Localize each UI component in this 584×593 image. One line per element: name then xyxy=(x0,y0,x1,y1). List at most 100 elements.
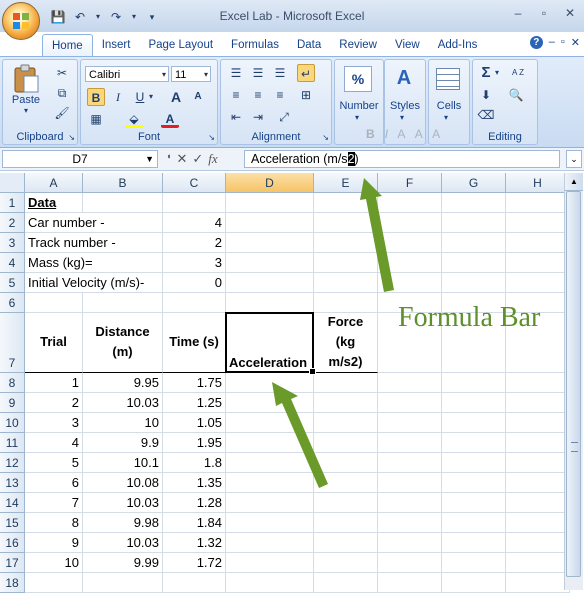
cell-h3[interactable] xyxy=(506,233,570,253)
cell-c13[interactable]: 1.35 xyxy=(163,473,226,493)
clear-icon[interactable]: ⌫ xyxy=(477,106,495,124)
cell-a17[interactable]: 10 xyxy=(25,553,83,573)
font-name-select[interactable]: Calibri ▾ xyxy=(85,66,169,82)
close-button[interactable]: ✕ xyxy=(558,4,582,22)
cell-e11[interactable] xyxy=(314,433,378,453)
cell-d14[interactable] xyxy=(226,493,314,513)
font-color-button[interactable]: A xyxy=(161,110,179,128)
align-left-icon[interactable]: ≡ xyxy=(227,86,245,104)
cell-h13[interactable] xyxy=(506,473,570,493)
cell-c17[interactable]: 1.72 xyxy=(163,553,226,573)
cell-f9[interactable] xyxy=(378,393,442,413)
paste-button[interactable]: Paste ▾ xyxy=(7,62,45,120)
cell-d13[interactable] xyxy=(226,473,314,493)
cell-f5[interactable] xyxy=(378,273,442,293)
insert-function-icon[interactable]: fx xyxy=(208,151,217,167)
cell-b17[interactable]: 9.99 xyxy=(83,553,163,573)
cell-b10[interactable]: 10 xyxy=(83,413,163,433)
cell-c10[interactable]: 1.05 xyxy=(163,413,226,433)
cell-c12[interactable]: 1.8 xyxy=(163,453,226,473)
tab-page-layout[interactable]: Page Layout xyxy=(139,34,222,56)
column-header-h[interactable]: H xyxy=(506,173,570,193)
cell-g5[interactable] xyxy=(442,273,506,293)
row-header-4[interactable]: 4 xyxy=(0,253,25,273)
cell-f4[interactable] xyxy=(378,253,442,273)
align-center-icon[interactable]: ≡ xyxy=(249,86,267,104)
cell-e8[interactable] xyxy=(314,373,378,393)
italic-button[interactable]: I xyxy=(109,88,127,106)
tab-review[interactable]: Review xyxy=(330,34,386,56)
cell-h18[interactable] xyxy=(506,573,570,593)
cell-h1[interactable] xyxy=(506,193,570,213)
cell-a4[interactable]: Mass (kg)= xyxy=(25,253,93,273)
cell-g1[interactable] xyxy=(442,193,506,213)
cell-e14[interactable] xyxy=(314,493,378,513)
cell-f3[interactable] xyxy=(378,233,442,253)
row-header-6[interactable]: 6 xyxy=(0,293,25,313)
cell-a3[interactable]: Track number - xyxy=(25,233,116,253)
row-header-18[interactable]: 18 xyxy=(0,573,25,593)
cell-g18[interactable] xyxy=(442,573,506,593)
align-top-icon[interactable]: ☰ xyxy=(227,64,245,82)
bold-button[interactable]: B xyxy=(87,88,105,106)
cell-g3[interactable] xyxy=(442,233,506,253)
cut-icon[interactable]: ✂ xyxy=(53,64,71,82)
cell-e4[interactable] xyxy=(314,253,378,273)
cell-d5[interactable] xyxy=(226,273,314,293)
cell-h12[interactable] xyxy=(506,453,570,473)
cell-b8[interactable]: 9.95 xyxy=(83,373,163,393)
cell-f10[interactable] xyxy=(378,413,442,433)
cell-b11[interactable]: 9.9 xyxy=(83,433,163,453)
tab-add-ins[interactable]: Add-Ins xyxy=(429,34,487,56)
cell-h8[interactable] xyxy=(506,373,570,393)
cell-c18[interactable] xyxy=(163,573,226,593)
row-header-11[interactable]: 11 xyxy=(0,433,25,453)
enter-icon[interactable]: ✓ xyxy=(192,151,203,167)
workbook-close-icon[interactable]: ✕ xyxy=(571,36,580,49)
cell-f15[interactable] xyxy=(378,513,442,533)
cell-g4[interactable] xyxy=(442,253,506,273)
cell-b18[interactable] xyxy=(83,573,163,593)
row-header-7[interactable]: 7 xyxy=(0,313,25,373)
cell-e2[interactable] xyxy=(314,213,378,233)
workbook-restore-icon[interactable]: ▫ xyxy=(561,36,565,49)
cell-g16[interactable] xyxy=(442,533,506,553)
cell-a18[interactable] xyxy=(25,573,83,593)
shrink-font-button[interactable]: A xyxy=(189,88,207,106)
cell-b13[interactable]: 10.08 xyxy=(83,473,163,493)
merge-center-icon[interactable]: ⊞ xyxy=(297,86,315,104)
autosum-dropdown-icon[interactable]: ▾ xyxy=(495,68,499,77)
cell-e10[interactable] xyxy=(314,413,378,433)
row-header-13[interactable]: 13 xyxy=(0,473,25,493)
select-all-button[interactable] xyxy=(0,173,25,193)
cell-h4[interactable] xyxy=(506,253,570,273)
column-header-c[interactable]: C xyxy=(163,173,226,193)
cell-e3[interactable] xyxy=(314,233,378,253)
cell-d6[interactable] xyxy=(226,293,314,313)
cell-c5[interactable]: 0 xyxy=(163,273,226,293)
cell-a15[interactable]: 8 xyxy=(25,513,83,533)
cell-c1[interactable] xyxy=(163,193,226,213)
cell-a11[interactable]: 4 xyxy=(25,433,83,453)
tab-data[interactable]: Data xyxy=(288,34,330,56)
font-size-select[interactable]: 11 ▾ xyxy=(171,66,211,82)
fill-icon[interactable]: ⬇ xyxy=(477,86,495,104)
cell-g17[interactable] xyxy=(442,553,506,573)
align-bottom-icon[interactable]: ☰ xyxy=(271,64,289,82)
cell-a8[interactable]: 1 xyxy=(25,373,83,393)
tab-view[interactable]: View xyxy=(386,34,429,56)
cell-a9[interactable]: 2 xyxy=(25,393,83,413)
underline-dropdown-icon[interactable]: ▾ xyxy=(147,88,155,106)
cell-h9[interactable] xyxy=(506,393,570,413)
cell-e13[interactable] xyxy=(314,473,378,493)
cell-b12[interactable]: 10.1 xyxy=(83,453,163,473)
help-icon[interactable]: ? xyxy=(529,36,543,49)
office-button[interactable] xyxy=(2,2,40,40)
cell-h11[interactable] xyxy=(506,433,570,453)
row-header-2[interactable]: 2 xyxy=(0,213,25,233)
cell-c2[interactable]: 4 xyxy=(163,213,226,233)
cell-f1[interactable] xyxy=(378,193,442,213)
cell-g9[interactable] xyxy=(442,393,506,413)
cell-a16[interactable]: 9 xyxy=(25,533,83,553)
cell-g14[interactable] xyxy=(442,493,506,513)
